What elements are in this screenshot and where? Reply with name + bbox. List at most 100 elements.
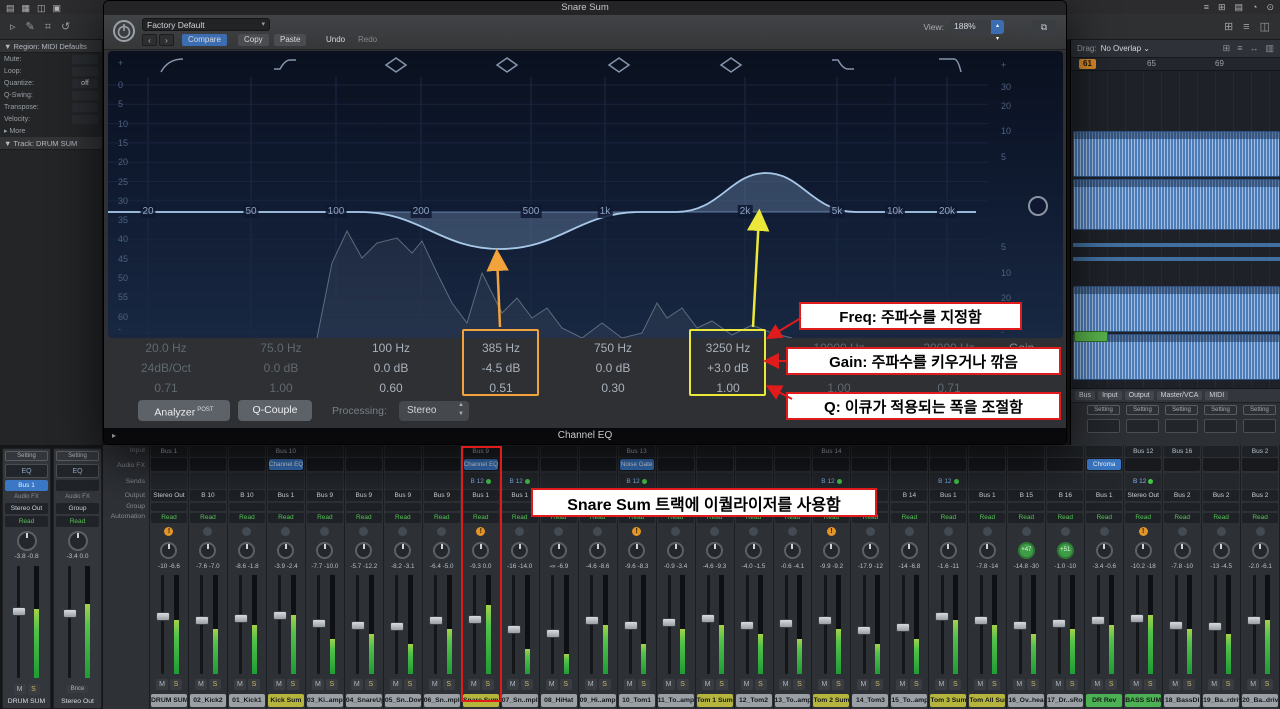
fader-cap[interactable] (779, 618, 794, 628)
track-name-label[interactable]: BASS SUM (1125, 694, 1162, 707)
track-name-label[interactable]: 03_Ki..ample (306, 694, 343, 707)
mute-button[interactable]: M (428, 679, 441, 690)
track-name-label[interactable]: DR Rev (1086, 694, 1123, 707)
mute-button[interactable]: M (1169, 679, 1182, 690)
channel-format-icon[interactable] (982, 526, 992, 536)
channel-audiofx-slot[interactable] (1164, 458, 1201, 471)
channel-output-slot[interactable]: Bus 1 (267, 490, 304, 501)
band-frequency-value[interactable]: 3250 Hz (683, 338, 773, 358)
channel-output-slot[interactable]: Bus 9 (384, 490, 421, 501)
copy-button[interactable]: Copy (238, 34, 269, 46)
channel-format-icon[interactable]: ! (164, 526, 174, 536)
track-name-label[interactable]: 06_Sn..mple1 (423, 694, 460, 707)
channel-send-slot[interactable] (1047, 473, 1084, 489)
channel-format-icon[interactable] (787, 526, 797, 536)
channel-output-slot[interactable]: B 11 (579, 490, 616, 501)
automation-mode-button[interactable]: Read (813, 513, 850, 523)
channel-format-icon[interactable] (749, 526, 759, 536)
mute-button[interactable]: M (584, 679, 597, 690)
channel-send-slot[interactable] (696, 473, 733, 489)
send-bus-label[interactable]: B 12 (471, 478, 484, 485)
channel-format-icon[interactable] (1177, 526, 1187, 536)
channel-output-slot[interactable]: B 16 (1047, 490, 1084, 501)
channel-format-icon[interactable] (943, 526, 953, 536)
channel-send-slot[interactable] (423, 473, 460, 489)
fader-cap[interactable] (974, 615, 989, 625)
channel-audiofx-slot[interactable]: Channel EQ (267, 458, 304, 471)
pan-knob[interactable] (160, 541, 178, 559)
channel-format-icon[interactable] (242, 526, 252, 536)
channel-format-icon[interactable] (515, 526, 525, 536)
channel-audiofx-slot[interactable] (1008, 458, 1045, 471)
send-bus-label[interactable]: B 12 (1133, 478, 1146, 485)
fader-cap[interactable] (350, 620, 365, 630)
pan-knob[interactable] (316, 541, 334, 559)
channel-group-slot[interactable] (930, 503, 967, 511)
pan-knob[interactable] (745, 541, 763, 559)
band-q-value[interactable]: 0.51 (456, 378, 546, 398)
channel-send-slot[interactable] (267, 473, 304, 489)
channel-setting-button[interactable]: Setting (1243, 405, 1276, 415)
channel-format-icon[interactable] (203, 526, 213, 536)
solo-button[interactable]: S (442, 679, 455, 690)
channel-send-slot[interactable]: Bus 1 (5, 480, 48, 491)
track-name-label[interactable]: 02_Kick2 (189, 694, 226, 707)
channel-input-slot[interactable]: Bus 2 (1242, 446, 1279, 457)
channel-eq-thumbnail[interactable] (1243, 419, 1276, 433)
preset-next-button[interactable]: › (159, 34, 174, 46)
track-name-label[interactable]: 15_To..ample (891, 694, 928, 707)
automation-mode-button[interactable]: Read (267, 513, 304, 523)
channel-audiofx-slot[interactable] (969, 458, 1006, 471)
channel-output-slot[interactable]: Bus 9 (306, 490, 343, 501)
channel-audiofx-slot[interactable] (151, 458, 187, 471)
band-gain-value[interactable]: 0.0 dB (794, 358, 884, 378)
channel-send-slot[interactable] (345, 473, 382, 489)
solo-button[interactable]: S (481, 679, 494, 690)
automation-mode-button[interactable]: Read (228, 513, 265, 523)
automation-mode-button[interactable]: Read (189, 513, 226, 523)
channel-eq-thumbnail[interactable] (1204, 419, 1237, 433)
channel-audiofx-slot[interactable] (384, 458, 421, 471)
channel-group-slot[interactable] (267, 503, 304, 511)
channel-output-slot[interactable]: Bus 1 (930, 490, 967, 501)
view-zoom-dropdown[interactable]: 188% ▴ ▾ (950, 20, 1004, 42)
pan-knob[interactable] (822, 541, 840, 559)
mute-button[interactable]: M (1013, 679, 1026, 690)
channel-send-slot[interactable] (891, 473, 928, 489)
processing-dropdown[interactable]: Stereo ▲ ▼ (399, 401, 469, 421)
channel-send-slot[interactable] (56, 480, 99, 491)
channel-output-slot[interactable]: Stereo Out (1125, 490, 1162, 501)
channel-audiofx-slot[interactable] (657, 458, 694, 471)
channel-format-icon[interactable] (437, 526, 447, 536)
channel-output-slot[interactable]: Bus 9 (423, 490, 460, 501)
mute-button[interactable]: M (1091, 679, 1104, 690)
solo-button[interactable]: S (208, 679, 221, 690)
audio-region-waveform[interactable] (1073, 286, 1280, 332)
solo-button[interactable]: S (27, 683, 40, 695)
fader-cap[interactable] (1130, 613, 1145, 623)
audiofx-plugin-label[interactable]: Noise Gate (619, 459, 654, 470)
inspector-row-value[interactable] (72, 54, 98, 64)
band-gain-value[interactable]: -4.5 dB (456, 358, 546, 378)
channel-send-slot[interactable]: B 12 (930, 473, 967, 489)
pan-knob[interactable] (589, 541, 607, 559)
channel-send-slot[interactable] (306, 473, 343, 489)
band-frequency-value[interactable]: 20000 Hz (904, 338, 994, 358)
channel-audiofx-slot[interactable] (774, 458, 811, 471)
automation-mode-button[interactable]: Read (969, 513, 1006, 523)
solo-button[interactable]: S (793, 679, 806, 690)
channel-input-slot[interactable] (384, 446, 421, 457)
solo-button[interactable]: S (1144, 679, 1157, 690)
channel-audiofx-slot[interactable] (1047, 458, 1084, 471)
pan-knob[interactable] (628, 541, 646, 559)
band-gain-value[interactable]: 0.0 dB (904, 358, 994, 378)
fader-cap[interactable] (545, 629, 560, 639)
mute-button[interactable]: M (1130, 679, 1143, 690)
channel-send-slot[interactable] (579, 473, 616, 489)
pan-knob[interactable]: +47 (1017, 541, 1035, 559)
automation-mode-button[interactable]: Read (306, 513, 343, 523)
solo-button[interactable]: S (715, 679, 728, 690)
mute-button[interactable]: M (311, 679, 324, 690)
channel-audiofx-slot[interactable] (423, 458, 460, 471)
send-bus-label[interactable]: B 12 (821, 478, 834, 485)
